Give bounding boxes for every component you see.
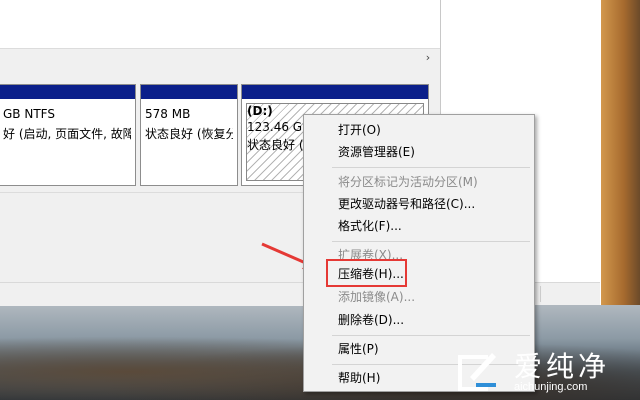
aichunjing-logo-icon xyxy=(458,353,496,391)
menu-item-explorer[interactable]: 资源管理器(E) xyxy=(304,141,534,163)
scroll-right-icon[interactable]: › xyxy=(420,50,436,66)
menu-item-open[interactable]: 打开(O) xyxy=(304,119,534,141)
partition-size: GB NTFS xyxy=(3,107,55,121)
partition-status: 状态良好 (恢复分 xyxy=(145,127,233,141)
menu-item-add-mirror[interactable]: 添加镜像(A)... xyxy=(304,286,534,308)
menu-item-change-drive-letter[interactable]: 更改驱动器号和路径(C)... xyxy=(304,193,534,215)
partition-bar xyxy=(141,85,237,99)
highlight-box xyxy=(326,259,407,287)
partition-recovery[interactable]: 578 MB 状态良好 (恢复分 xyxy=(140,84,238,186)
watermark-url: aichunjing.com xyxy=(514,381,588,393)
watermark: 爱纯净 aichunjing.com xyxy=(444,343,640,400)
partition-bar xyxy=(0,85,135,99)
volume-list[interactable] xyxy=(0,0,441,48)
partition-c[interactable]: GB NTFS 好 (启动, 页面文件, 故障 xyxy=(0,84,136,186)
menu-separator xyxy=(332,167,530,168)
menu-item-delete-volume[interactable]: 删除卷(D)... xyxy=(304,309,534,331)
menu-item-mark-active[interactable]: 将分区标记为活动分区(M) xyxy=(304,171,534,193)
menu-separator xyxy=(332,335,530,336)
partition-bar xyxy=(242,85,428,99)
status-separator xyxy=(540,286,541,302)
menu-item-format[interactable]: 格式化(F)... xyxy=(304,215,534,237)
partition-status: 好 (启动, 页面文件, 故障 xyxy=(3,127,131,141)
background-cliff xyxy=(600,0,640,330)
watermark-title: 爱纯净 xyxy=(514,350,611,383)
menu-separator xyxy=(332,241,530,242)
partition-size: 578 MB xyxy=(145,107,191,121)
horizontal-scrollbar[interactable]: › xyxy=(0,48,440,67)
